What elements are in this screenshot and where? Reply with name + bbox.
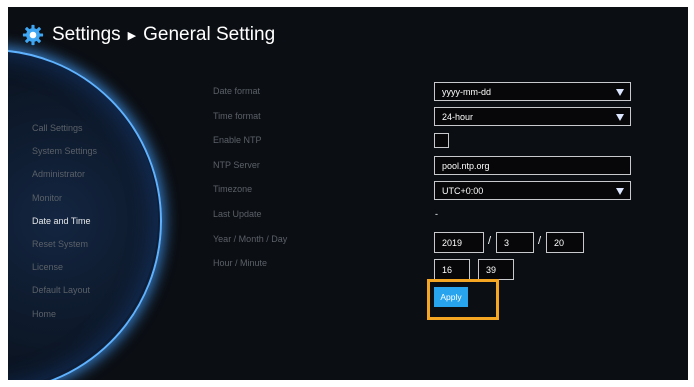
timezone-dropdown[interactable]: UTC+0:00 [434,181,631,200]
gear-icon [22,24,44,46]
sidebar-item-license[interactable]: License [32,256,172,279]
sidebar-item-date-and-time[interactable]: Date and Time [32,210,172,233]
day-value: 20 [554,237,565,248]
page-title: Settings [52,24,121,45]
date-format-dropdown[interactable]: yyyy-mm-dd [434,82,631,101]
date-separator: / [488,235,492,247]
ntp-server-label: NTP Server [213,160,260,170]
sidebar-item-reset-system[interactable]: Reset System [32,233,172,256]
dropdown-arrow-icon [616,89,624,96]
sidebar-item-home[interactable]: Home [32,303,172,326]
page-header: Settings ▶ General Setting [22,22,275,48]
month-value: 3 [504,237,510,248]
ntp-server-input[interactable]: pool.ntp.org [434,156,631,175]
dropdown-arrow-icon [616,188,624,195]
time-format-value: 24-hour [442,111,474,122]
hour-input[interactable]: 16 [434,259,470,280]
minute-input[interactable]: 39 [478,259,514,280]
ntp-server-value: pool.ntp.org [442,160,490,171]
last-update-value: - [435,209,438,219]
year-input[interactable]: 2019 [434,232,484,253]
month-input[interactable]: 3 [496,232,534,253]
sidebar-item-call-settings[interactable]: Call Settings [32,117,172,140]
sidebar-item-monitor[interactable]: Monitor [32,187,172,210]
year-month-day-label: Year / Month / Day [213,234,288,244]
timezone-value: UTC+0:00 [442,185,484,196]
enable-ntp-checkbox[interactable] [434,133,449,148]
date-separator: / [538,235,542,247]
sidebar-item-default-layout[interactable]: Default Layout [32,279,172,302]
highlight-box [427,279,499,320]
sidebar-item-system-settings[interactable]: System Settings [32,140,172,163]
timezone-label: Timezone [213,184,253,194]
last-update-label: Last Update [213,209,262,219]
hour-value: 16 [442,264,453,275]
year-value: 2019 [442,237,463,248]
day-input[interactable]: 20 [546,232,584,253]
date-format-label: Date format [213,86,261,96]
settings-screen: Settings ▶ General Setting Call Settings… [8,7,688,380]
enable-ntp-label: Enable NTP [213,135,262,145]
minute-value: 39 [486,264,497,275]
breadcrumb-arrow-icon: ▶ [127,29,137,42]
sidebar-item-administrator[interactable]: Administrator [32,163,172,186]
sidebar: Call Settings System Settings Administra… [32,117,172,326]
page-subtitle: General Setting [143,24,276,45]
time-format-dropdown[interactable]: 24-hour [434,107,631,126]
dropdown-arrow-icon [616,114,624,121]
date-format-value: yyyy-mm-dd [442,86,491,97]
time-format-label: Time format [213,111,261,121]
hour-minute-label: Hour / Minute [213,258,268,268]
